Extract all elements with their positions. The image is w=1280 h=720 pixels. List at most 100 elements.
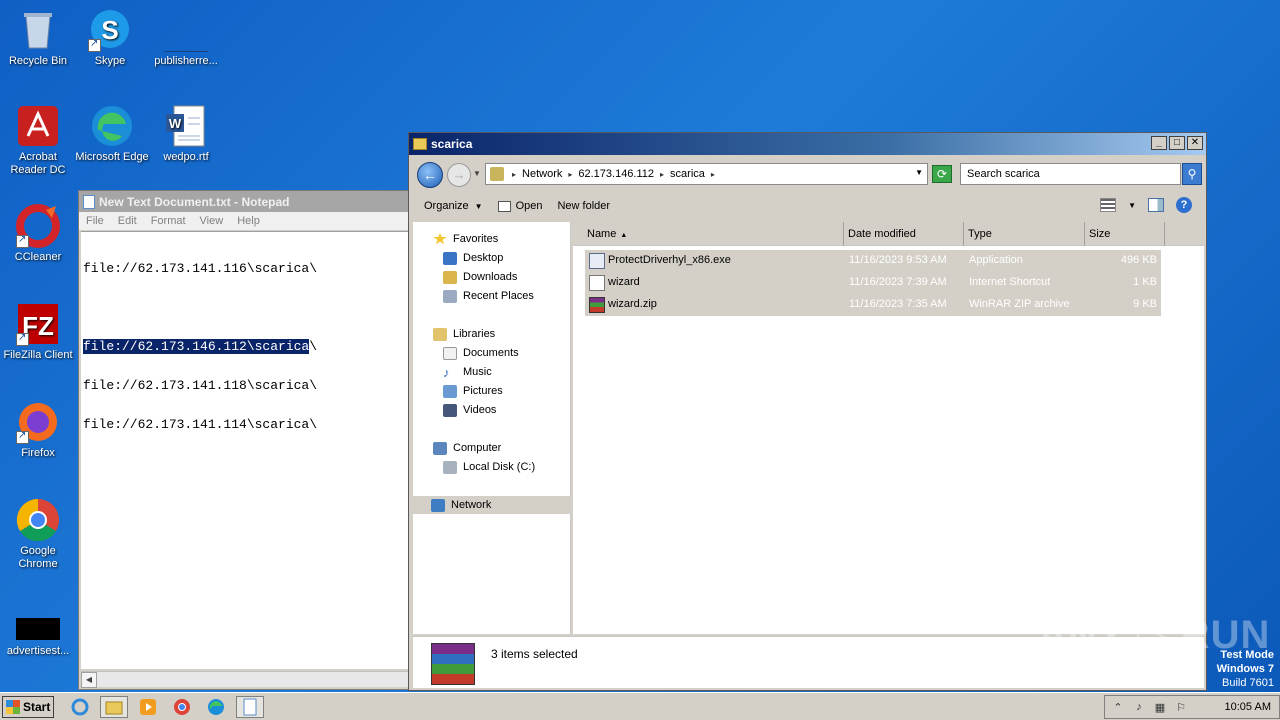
column-name[interactable]: Name ▲ xyxy=(573,222,844,246)
show-hidden-icons-icon[interactable]: ⌃ xyxy=(1110,701,1126,714)
nav-documents[interactable]: Documents xyxy=(443,344,519,362)
back-button[interactable]: ← xyxy=(417,162,443,188)
desktop-icon-label: FileZilla Client xyxy=(3,349,73,361)
windows-logo-icon xyxy=(6,700,20,714)
svg-text:S: S xyxy=(101,15,118,45)
network-status-icon[interactable]: ▦ xyxy=(1152,701,1168,714)
chevron-right-icon[interactable]: ▸ xyxy=(512,170,516,179)
file-date: 11/16/2023 7:35 AM xyxy=(849,298,947,310)
refresh-button[interactable]: ⟳ xyxy=(932,165,952,183)
nav-recent-places[interactable]: Recent Places xyxy=(443,287,534,305)
address-dropdown-icon[interactable]: ▼ xyxy=(915,168,923,177)
desktop-icon-wedpo[interactable]: W wedpo.rtf xyxy=(148,104,224,164)
nav-music[interactable]: ♪ Music xyxy=(443,363,492,381)
nav-computer[interactable]: Computer xyxy=(433,439,501,457)
forward-button[interactable]: → xyxy=(447,163,471,187)
chevron-right-icon[interactable]: ▸ xyxy=(711,170,715,179)
explorer-window[interactable]: scarica _ □ ✕ ← → ▼ ▸ Network ▸ 62.173.1… xyxy=(408,132,1207,691)
menu-file[interactable]: File xyxy=(79,215,111,227)
open-button[interactable]: Open xyxy=(497,200,542,212)
file-rows: ProtectDriverhyl_x86.exe 11/16/2023 9:53… xyxy=(585,250,1161,316)
breadcrumb-folder[interactable]: scarica xyxy=(670,168,705,180)
file-list-pane[interactable]: Name ▲ Date modified Type Size ProtectDri… xyxy=(573,222,1204,634)
chrome-icon[interactable] xyxy=(168,696,196,718)
horizontal-scrollbar[interactable]: ◀ xyxy=(81,671,411,688)
desktop-icon-recycle-bin[interactable]: Recycle Bin xyxy=(0,8,76,68)
file-row[interactable]: wizard 11/16/2023 7:39 AM Internet Short… xyxy=(585,272,1161,294)
file-row[interactable]: ProtectDriverhyl_x86.exe 11/16/2023 9:53… xyxy=(585,250,1161,272)
desktop-icon-label: publisherre... xyxy=(154,55,218,67)
nav-videos[interactable]: Videos xyxy=(443,401,496,419)
history-dropdown-icon[interactable]: ▼ xyxy=(473,169,481,178)
desktop-icon-publisher[interactable]: publisherre... xyxy=(146,8,226,68)
new-folder-button[interactable]: New folder xyxy=(557,200,610,212)
menu-edit[interactable]: Edit xyxy=(111,215,144,227)
preview-pane-icon[interactable] xyxy=(1148,198,1164,212)
nav-label: Documents xyxy=(463,347,519,359)
volume-icon[interactable]: ♪ xyxy=(1131,701,1147,713)
breadcrumb-host[interactable]: 62.173.146.112 xyxy=(578,168,654,180)
nav-label: Libraries xyxy=(453,328,496,340)
action-center-flag-icon[interactable]: ⚐ xyxy=(1173,701,1189,714)
nav-libraries[interactable]: Libraries xyxy=(433,325,495,343)
desktop-icon-label: Acrobat Reader DC xyxy=(10,151,66,176)
desktop-icon-ccleaner[interactable]: CCleaner xyxy=(0,204,76,264)
desktop-icon-label: advertisest... xyxy=(6,645,70,657)
breadcrumb-network[interactable]: Network xyxy=(522,168,562,180)
text-line-selected: file://62.173.146.112\scarica\ xyxy=(83,339,409,354)
nav-favorites[interactable]: Favorites xyxy=(433,230,498,248)
filezilla-icon: FZ xyxy=(16,302,60,346)
search-icon[interactable]: ⚲ xyxy=(1182,163,1202,185)
explorer-titlebar[interactable]: scarica _ □ ✕ xyxy=(409,133,1206,155)
nav-label: Computer xyxy=(453,442,502,454)
nav-network[interactable]: Network xyxy=(413,496,571,514)
desktop-icon-skype[interactable]: S Skype xyxy=(72,8,148,68)
nav-downloads[interactable]: Downloads xyxy=(443,268,517,286)
chevron-right-icon[interactable]: ▸ xyxy=(660,170,664,179)
menu-view[interactable]: View xyxy=(193,215,231,227)
minimize-button[interactable]: _ xyxy=(1151,136,1167,150)
notepad-window[interactable]: New Text Document.txt - Notepad File Edi… xyxy=(78,190,412,690)
maximize-button[interactable]: □ xyxy=(1169,136,1185,150)
edge-icon[interactable] xyxy=(202,696,230,718)
clock[interactable]: 10:05 AM xyxy=(1225,701,1271,713)
desktop-icon-chrome[interactable]: Google Chrome xyxy=(0,498,76,571)
nav-local-disk[interactable]: Local Disk (C:) xyxy=(443,458,535,476)
change-view-icon[interactable] xyxy=(1100,198,1117,212)
desktop-icon-acrobat[interactable]: Acrobat Reader DC xyxy=(0,104,76,177)
search-input[interactable]: Search scarica xyxy=(960,163,1181,185)
file-row[interactable]: wizard.zip 11/16/2023 7:35 AM WinRAR ZIP… xyxy=(585,294,1161,316)
close-button[interactable]: ✕ xyxy=(1187,136,1203,150)
nav-desktop[interactable]: Desktop xyxy=(443,249,503,267)
nav-pictures[interactable]: Pictures xyxy=(443,382,503,400)
desktop-icon-firefox[interactable]: Firefox xyxy=(0,400,76,460)
organize-button[interactable]: Organize ▼ xyxy=(424,200,483,212)
start-button[interactable]: Start xyxy=(2,696,54,718)
nav-label: Network xyxy=(451,499,492,511)
chevron-right-icon[interactable]: ▸ xyxy=(568,170,572,179)
desktop-icon-filezilla[interactable]: FZ FileZilla Client xyxy=(0,302,76,362)
notepad-text-area[interactable]: file://62.173.141.116\scarica\ file://62… xyxy=(81,231,411,669)
selection-status: 3 items selected xyxy=(491,647,578,661)
desktop-icon-edge[interactable]: Microsoft Edge xyxy=(72,104,152,164)
notepad-titlebar[interactable]: New Text Document.txt - Notepad xyxy=(79,191,411,212)
column-type[interactable]: Type xyxy=(964,222,1085,246)
address-bar[interactable]: ▸ Network ▸ 62.173.146.112 ▸ scarica ▸ ▼ xyxy=(485,163,928,185)
text-line: file://62.173.141.116\scarica\ xyxy=(83,261,318,276)
menu-help[interactable]: Help xyxy=(230,215,267,227)
desktop-icon-advertisest[interactable]: advertisest... xyxy=(0,616,76,658)
menu-format[interactable]: Format xyxy=(144,215,193,227)
internet-explorer-icon[interactable] xyxy=(66,696,94,718)
file-name: wizard xyxy=(608,276,640,288)
chevron-down-icon[interactable]: ▼ xyxy=(1128,201,1136,210)
column-size[interactable]: Size xyxy=(1085,222,1165,246)
explorer-folder-icon[interactable] xyxy=(100,696,128,718)
scroll-left-icon[interactable]: ◀ xyxy=(81,672,97,688)
column-date-modified[interactable]: Date modified xyxy=(844,222,964,246)
internet-shortcut-icon xyxy=(589,275,605,291)
media-player-icon[interactable] xyxy=(134,696,162,718)
help-icon[interactable]: ? xyxy=(1176,197,1192,213)
file-date: 11/16/2023 7:39 AM xyxy=(849,276,947,288)
notepad-menubar: File Edit Format View Help xyxy=(79,212,411,230)
notepad-icon[interactable] xyxy=(236,696,264,718)
